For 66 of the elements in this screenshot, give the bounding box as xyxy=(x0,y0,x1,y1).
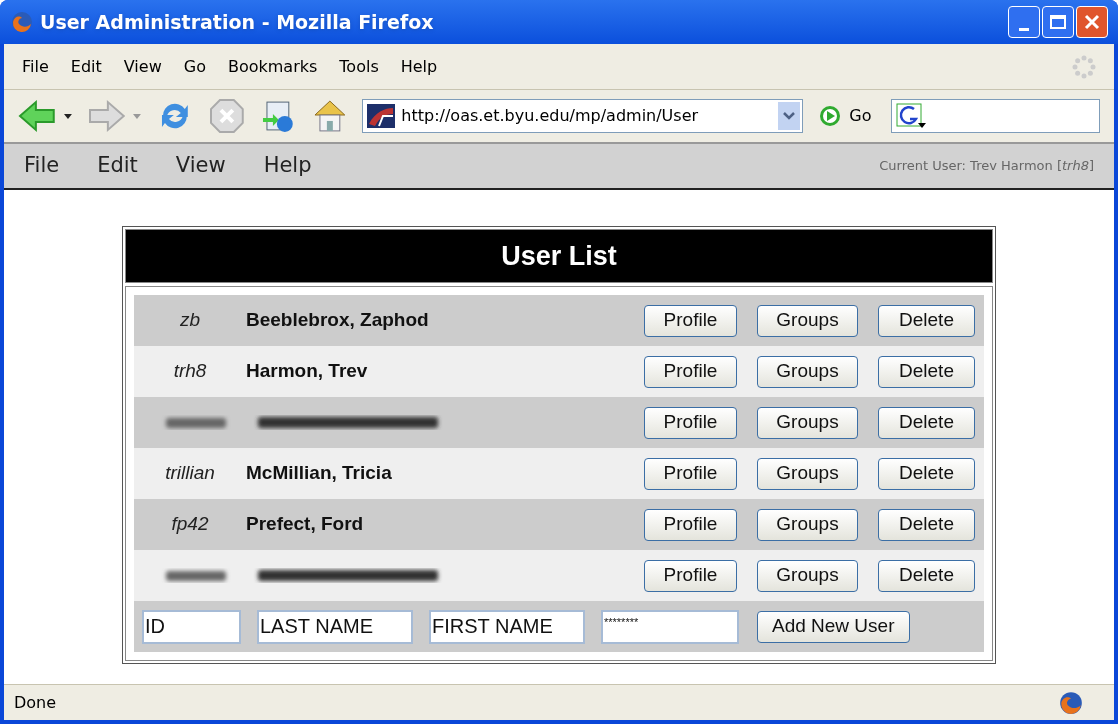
current-user-text: Current User: Trev Harmon [trh8] xyxy=(879,157,1094,176)
stop-icon[interactable] xyxy=(209,98,245,134)
go-button[interactable]: Go xyxy=(819,104,872,128)
user-id: trillian xyxy=(164,461,216,486)
menu-item[interactable]: Tools xyxy=(339,54,379,79)
action-button[interactable]: Groups xyxy=(757,355,858,388)
action-button[interactable]: Delete xyxy=(878,355,975,388)
status-text: Done xyxy=(14,691,57,714)
close-button[interactable] xyxy=(1076,6,1108,38)
dropdown-button[interactable] xyxy=(778,102,801,130)
menu-item[interactable]: File xyxy=(22,54,49,79)
action-button[interactable]: Profile xyxy=(644,508,737,541)
action-button[interactable]: Groups xyxy=(757,406,858,439)
action-button[interactable]: Profile xyxy=(644,406,737,439)
forward-arrow-icon[interactable] xyxy=(87,99,126,133)
user-name: McMillian, Tricia xyxy=(246,461,392,486)
action-button[interactable]: Groups xyxy=(757,304,858,337)
menu-item[interactable]: Edit xyxy=(70,54,102,79)
back-arrow-icon[interactable] xyxy=(18,99,56,133)
search-engine-icon xyxy=(896,103,927,129)
browser-logo-icon xyxy=(1058,689,1084,716)
address-bar[interactable]: http://oas.et.byu.edu/mp/admin/User xyxy=(362,99,804,133)
action-button[interactable]: Profile xyxy=(644,355,737,388)
dropdown-caret-icon[interactable] xyxy=(63,113,72,119)
browser-logo-icon xyxy=(10,10,34,34)
action-button[interactable]: Delete xyxy=(878,559,975,592)
menu-item[interactable]: View xyxy=(175,150,226,182)
panel-title: User List xyxy=(501,239,617,273)
maximize-button[interactable] xyxy=(1042,6,1074,38)
search-field[interactable] xyxy=(891,99,1100,133)
minimize-button[interactable] xyxy=(1008,6,1040,38)
action-button[interactable]: Profile xyxy=(644,304,737,337)
close-icon xyxy=(1083,13,1101,31)
password-field[interactable]: ******** xyxy=(601,609,739,644)
action-button[interactable]: Groups xyxy=(757,559,858,592)
action-button[interactable]: Profile xyxy=(644,559,737,592)
user-name: Prefect, Ford xyxy=(246,512,364,537)
site-icon xyxy=(367,104,396,128)
input-field[interactable]: FIRST NAME xyxy=(429,609,585,644)
action-button[interactable]: Delete xyxy=(878,457,975,490)
menu-item[interactable]: Help xyxy=(400,54,438,79)
throbber-icon xyxy=(1072,54,1096,79)
action-button[interactable]: Groups xyxy=(757,508,858,541)
menu-item[interactable]: File xyxy=(24,150,60,182)
menu-item[interactable]: View xyxy=(123,54,162,79)
user-id: trh8 xyxy=(172,359,208,384)
menu-item[interactable]: Go xyxy=(183,54,206,79)
action-button[interactable]: Profile xyxy=(644,457,737,490)
input-field[interactable]: LAST NAME xyxy=(257,609,413,644)
user-name: Harmon, Trev xyxy=(246,359,368,384)
user-id: zb xyxy=(178,308,202,333)
menu-item[interactable]: Edit xyxy=(97,150,138,182)
window-title: User Administration - Mozilla Firefox xyxy=(40,9,434,35)
action-button[interactable]: Delete xyxy=(878,406,975,439)
action-button[interactable]: Delete xyxy=(878,508,975,541)
menu-item[interactable]: Help xyxy=(263,150,312,182)
add-user-button[interactable]: Add New User xyxy=(757,610,910,643)
address-text: http://oas.et.byu.edu/mp/admin/User xyxy=(401,105,699,127)
action-button[interactable]: Delete xyxy=(878,304,975,337)
user-id: fp42 xyxy=(170,512,210,537)
user-name: Beeblebrox, Zaphod xyxy=(246,308,429,333)
chevron-down-icon xyxy=(783,112,796,120)
menu-item[interactable]: Bookmarks xyxy=(227,54,318,79)
input-field[interactable]: ID xyxy=(142,609,241,644)
play-icon xyxy=(819,105,842,127)
action-button[interactable]: Groups xyxy=(757,457,858,490)
